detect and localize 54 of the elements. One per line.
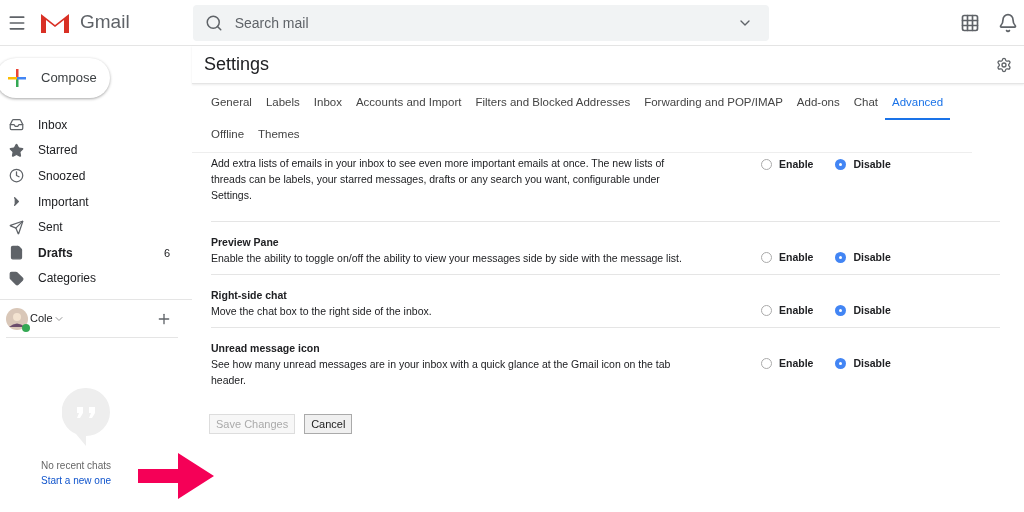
setting-description: See how many unread messages are in your inbox with a quick glance at the Gmail icon on the tab header. bbox=[211, 357, 672, 388]
send-icon bbox=[9, 219, 24, 235]
setting-description: Enable the ability to toggle on/off the ability to view your messages side by side with the message list. bbox=[211, 251, 683, 266]
empty-chat-text: No recent chats bbox=[40, 459, 111, 474]
settings-tab[interactable]: Chat bbox=[846, 88, 885, 120]
sidebar-item[interactable]: Starred bbox=[0, 137, 192, 164]
notifications-icon[interactable] bbox=[998, 12, 1018, 33]
settings-tab[interactable]: Add-ons bbox=[789, 88, 847, 120]
cancel-button[interactable]: Cancel bbox=[304, 414, 353, 434]
envelope-logo-icon bbox=[40, 11, 70, 34]
settings-tab[interactable]: Forwarding and POP/IMAP bbox=[637, 88, 790, 120]
sidebar-item[interactable]: Important bbox=[0, 188, 192, 215]
setting-description: Move the chat box to the right side of the inbox. bbox=[211, 304, 433, 319]
sidebar-item[interactable]: Inbox bbox=[0, 112, 192, 138]
clock-icon bbox=[9, 168, 24, 184]
radio-option[interactable]: Enable bbox=[761, 356, 814, 372]
radio-option[interactable]: Disable bbox=[835, 250, 891, 266]
settings-icon[interactable] bbox=[996, 56, 1012, 73]
inbox-icon bbox=[9, 117, 24, 133]
settings-tab[interactable]: Filters and Blocked Addresses bbox=[468, 88, 638, 120]
search-field[interactable]: Search mail bbox=[192, 4, 769, 41]
radio-option[interactable]: Disable bbox=[835, 157, 891, 173]
settings-tab[interactable]: Labels bbox=[258, 88, 307, 120]
settings-tab[interactable]: Offline bbox=[204, 120, 252, 152]
settings-tab[interactable]: Inbox bbox=[306, 88, 349, 120]
start-chat-link[interactable]: Start a new one bbox=[40, 473, 111, 489]
sidebar-item[interactable]: Categories bbox=[0, 265, 192, 292]
setting-title: Right-side chat bbox=[211, 288, 288, 303]
sidebar-item[interactable]: Sent bbox=[0, 214, 192, 240]
radio-option[interactable]: Disable bbox=[835, 303, 891, 319]
app-name: Gmail bbox=[80, 10, 130, 35]
star-icon bbox=[9, 142, 24, 158]
compose-button[interactable]: Compose bbox=[0, 58, 110, 98]
search-icon bbox=[204, 13, 223, 32]
avatar-icon bbox=[6, 307, 28, 330]
sidebar-item[interactable]: Snoozed bbox=[0, 163, 192, 189]
page-title: Settings bbox=[204, 53, 270, 76]
setting-title: Preview Pane bbox=[211, 235, 280, 250]
radio-option[interactable]: Enable bbox=[761, 303, 814, 319]
plus-icon bbox=[8, 69, 26, 87]
settings-tab[interactable]: Accounts and Import bbox=[348, 88, 469, 120]
label-icon bbox=[9, 270, 24, 286]
radio-option[interactable]: Disable bbox=[835, 356, 891, 372]
radio-option[interactable]: Enable bbox=[761, 157, 814, 173]
apps-icon[interactable] bbox=[960, 12, 980, 33]
sidebar-item[interactable]: Drafts 6 bbox=[0, 239, 192, 266]
setting-title: Unread message icon bbox=[211, 341, 321, 356]
radio-option[interactable]: Enable bbox=[761, 250, 814, 266]
file-icon bbox=[9, 245, 24, 261]
settings-tab[interactable]: Advanced bbox=[885, 88, 951, 120]
user-name[interactable]: Cole bbox=[30, 310, 53, 327]
settings-tab[interactable]: General bbox=[204, 88, 259, 120]
setting-description: Add extra lists of emails in your inbox to see even more important emails at once. The new lists of threads can be labels, your starred messages, drafts or any search you want, configurable under Settings. bbox=[211, 156, 666, 203]
settings-tab[interactable]: Themes bbox=[251, 120, 307, 152]
